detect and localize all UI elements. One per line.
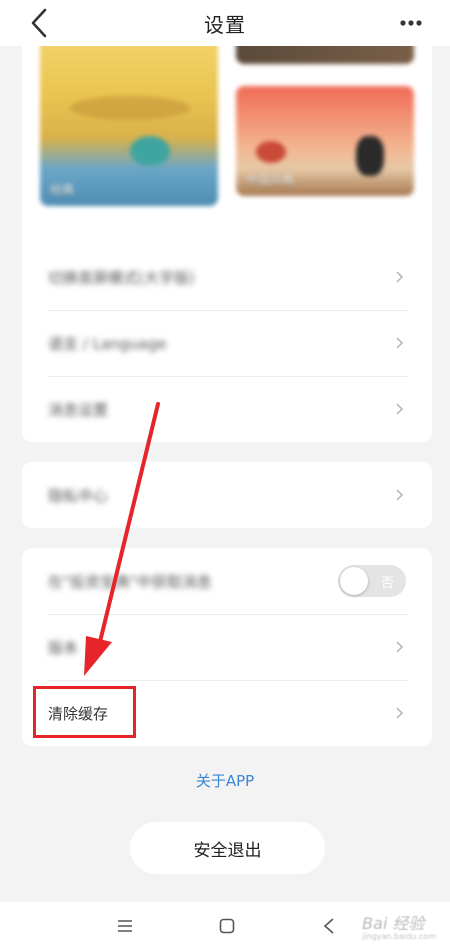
settings-row[interactable]: 切换首屏模式(大字版): [22, 244, 432, 310]
about-app-link[interactable]: 关于APP: [0, 770, 450, 791]
watermark-sub: jingyan.baidu.com: [362, 932, 436, 941]
clear-cache-row[interactable]: 清除缓存: [22, 680, 432, 746]
theme-thumbnail-chinese[interactable]: 中国风格: [236, 86, 414, 196]
chevron-right-icon: [396, 403, 404, 415]
settings-row[interactable]: 消息设置: [22, 376, 432, 442]
more-dots-icon: [400, 20, 422, 26]
settings-row[interactable]: 版本: [22, 614, 432, 680]
theme-card: 经典 中国风格: [22, 46, 432, 271]
clear-cache-label: 清除缓存: [48, 704, 109, 723]
row-label: 隐私中心: [48, 486, 109, 505]
row-label: 版本: [48, 638, 79, 657]
menu-icon: [118, 920, 132, 932]
watermark: Bai 经验 jingyan.baidu.com: [362, 910, 436, 941]
thumb-decoration: [130, 136, 170, 166]
theme-label: 中国风格: [246, 173, 295, 187]
row-label: 语言 / Language: [48, 334, 167, 353]
watermark-text: Bai 经验: [362, 914, 425, 933]
row-label: 消息设置: [48, 400, 109, 419]
more-button[interactable]: [396, 10, 426, 36]
toggle-text: 否: [380, 576, 394, 591]
thumb-decoration: [70, 96, 190, 120]
settings-card-app: 在"投资宝典"中获取消息 否 版本 清除缓存: [22, 548, 432, 746]
settings-row[interactable]: 隐私中心: [22, 462, 432, 528]
thumb-decoration: [256, 141, 286, 163]
page-title: 设置: [204, 12, 246, 37]
theme-thumbnail-dark[interactable]: [236, 46, 414, 64]
row-label: 在"投资宝典"中获取消息: [48, 572, 212, 591]
toggle-knob: [340, 567, 368, 595]
row-label: 切换首屏模式(大字版): [48, 268, 195, 287]
chevron-right-icon: [396, 271, 404, 283]
settings-content: 经典 中国风格 切换首屏模式(大字版) 语言 / Language 消息设置 隐…: [0, 46, 450, 902]
settings-row: 在"投资宝典"中获取消息 否: [22, 548, 432, 614]
menu-button[interactable]: [110, 912, 140, 940]
chevron-right-icon: [396, 489, 404, 501]
back-button[interactable]: [22, 6, 56, 40]
chevron-left-icon: [31, 8, 47, 38]
theme-label: 经典: [50, 183, 75, 197]
home-square-icon: [219, 918, 235, 934]
chevron-right-icon: [396, 337, 404, 349]
system-nav-bar: Bai 经验 jingyan.baidu.com: [0, 902, 450, 950]
thumb-decoration: [356, 136, 384, 176]
home-button[interactable]: [212, 912, 242, 940]
settings-card-general: 切换首屏模式(大字版) 语言 / Language 消息设置: [22, 244, 432, 442]
settings-card-privacy: 隐私中心: [22, 462, 432, 528]
notification-toggle[interactable]: 否: [338, 565, 406, 597]
chevron-right-icon: [396, 707, 404, 719]
settings-row[interactable]: 语言 / Language: [22, 310, 432, 376]
chevron-right-icon: [396, 641, 404, 653]
back-triangle-icon: [323, 918, 334, 934]
nav-back-button[interactable]: [314, 912, 344, 940]
top-bar: 设置: [0, 0, 450, 46]
theme-thumbnail-classic[interactable]: 经典: [40, 46, 218, 206]
logout-button[interactable]: 安全退出: [130, 822, 325, 874]
